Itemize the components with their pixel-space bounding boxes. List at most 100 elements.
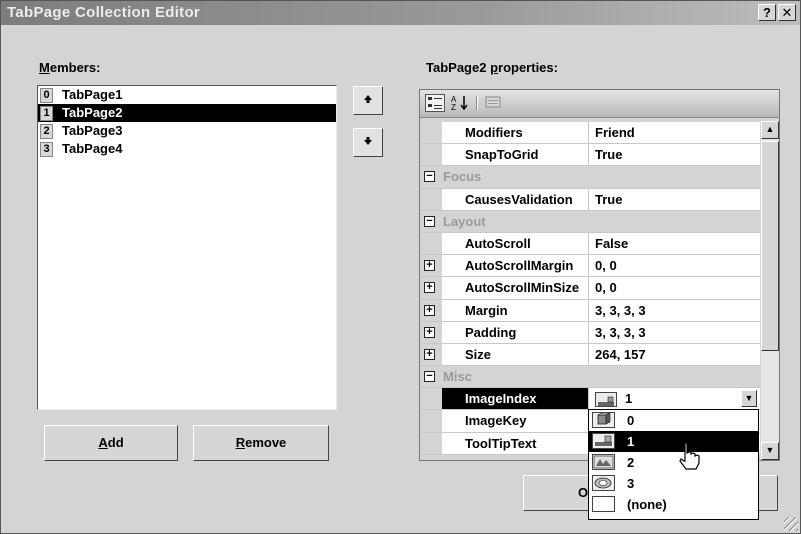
category-name: Layout (443, 213, 486, 229)
alphabetical-icon[interactable]: AZ (450, 94, 472, 112)
property-row[interactable]: Modifiers Friend (420, 122, 760, 145)
expand-icon[interactable]: + (424, 282, 435, 294)
resize-grip[interactable] (784, 517, 798, 531)
property-name: ImageKey (420, 410, 588, 432)
property-pages-icon[interactable] (484, 94, 504, 112)
title-bar[interactable]: TabPage Collection Editor ? ✕ (1, 1, 800, 25)
member-item[interactable]: 1 TabPage2 (38, 104, 336, 122)
tabpage-collection-editor-window: TabPage Collection Editor ? ✕ Members: 0… (0, 0, 801, 534)
properties-label-mnemonic: p (490, 60, 499, 75)
dropdown-option[interactable]: 2 (589, 452, 758, 473)
property-value[interactable]: 264, 157 (588, 343, 760, 366)
arrow-up-icon (364, 95, 372, 103)
property-category-row[interactable]: Layout − (420, 210, 760, 233)
expand-icon[interactable]: + (424, 260, 435, 272)
member-item[interactable]: 2 TabPage3 (38, 122, 336, 140)
property-category-row[interactable]: Misc − (420, 366, 760, 389)
property-name: Size (420, 343, 588, 366)
scroll-down-button[interactable]: ▼ (761, 442, 779, 460)
dropdown-option[interactable]: (none) (589, 494, 758, 515)
property-category-row[interactable]: Focus − (420, 166, 760, 189)
member-item[interactable]: 0 TabPage1 (38, 86, 336, 104)
toolbar-separator (476, 96, 478, 110)
dropdown-arrow-button[interactable]: ▼ (741, 390, 757, 408)
dropdown-option[interactable]: 3 (589, 473, 758, 494)
image-3-icon (592, 475, 615, 491)
property-value[interactable]: 0, 0 (588, 255, 760, 277)
property-value[interactable]: Friend (588, 122, 760, 144)
member-name: TabPage4 (62, 141, 123, 156)
close-button[interactable]: ✕ (778, 4, 796, 21)
add-button[interactable]: Add (44, 425, 178, 461)
property-row[interactable]: AutoScrollMargin 0, 0 + (420, 255, 760, 278)
member-item[interactable]: 3 TabPage4 (38, 140, 336, 158)
property-row[interactable]: ImageIndex 1 ▼ (420, 388, 760, 411)
categorized-icon[interactable] (425, 94, 445, 112)
empty-icon (592, 496, 615, 512)
members-list[interactable]: 0 TabPage1 1 TabPage2 2 TabPage3 3 TabPage4 (37, 85, 337, 410)
dropdown-option-label: 1 (627, 434, 635, 449)
property-name: Modifiers (420, 122, 588, 144)
scroll-up-button[interactable]: ▲ (761, 121, 779, 139)
dropdown-option-label: 0 (627, 413, 635, 428)
property-name: AutoScrollMargin (420, 255, 588, 277)
property-value[interactable]: 0, 0 (588, 277, 760, 299)
property-grid: AZ Modifiers Friend SnapToGrid True Focus − Ca… (419, 89, 780, 461)
member-index-badge: 2 (40, 124, 53, 139)
property-row[interactable]: Size 264, 157 + (420, 343, 760, 367)
property-value[interactable]: 3, 3, 3, 3 (588, 299, 760, 321)
scroll-thumb[interactable] (761, 141, 779, 351)
member-index-badge: 0 (40, 88, 53, 103)
collapse-icon[interactable]: − (424, 371, 435, 383)
property-value[interactable]: 1 ▼ (588, 388, 760, 410)
image-1-icon (592, 433, 615, 449)
category-name: Focus (443, 169, 482, 185)
property-rows: Modifiers Friend SnapToGrid True Focus − Cause… (420, 122, 760, 455)
members-label: Members: (39, 60, 100, 75)
arrow-down-icon (364, 137, 372, 145)
member-index-badge: 3 (40, 142, 53, 157)
property-value[interactable]: True (588, 144, 760, 166)
property-value[interactable]: False (588, 232, 760, 255)
property-name: ToolTipText (420, 432, 588, 454)
window-title: TabPage Collection Editor (7, 4, 201, 21)
expand-icon[interactable]: + (424, 326, 435, 338)
move-down-button[interactable] (353, 128, 383, 157)
category-name: Misc (443, 369, 472, 385)
property-grid-toolbar: AZ (420, 90, 779, 118)
help-button[interactable]: ? (758, 4, 776, 21)
dropdown-option[interactable]: 1 (589, 431, 758, 452)
property-row[interactable]: Margin 3, 3, 3, 3 + (420, 299, 760, 322)
property-grid-scrollbar[interactable]: ▲ ▼ (761, 121, 779, 460)
remove-mnemonic: R (235, 435, 246, 450)
members-label-mnemonic: M (39, 60, 50, 75)
member-name: TabPage1 (62, 87, 123, 102)
member-name: TabPage2 (62, 105, 123, 120)
property-value-text: 1 (625, 391, 633, 407)
property-row[interactable]: AutoScrollMinSize 0, 0 + (420, 277, 760, 300)
image-2-icon (592, 454, 615, 470)
hand-cursor-icon (679, 442, 700, 470)
property-name: AutoScroll (420, 232, 588, 255)
property-value[interactable]: True (588, 188, 760, 210)
property-row[interactable]: Padding 3, 3, 3, 3 + (420, 321, 760, 344)
collapse-icon[interactable]: − (424, 215, 435, 227)
property-row[interactable]: CausesValidation True (420, 188, 760, 211)
dropdown-option[interactable]: 0 (589, 410, 758, 431)
svg-text:Z: Z (451, 103, 456, 112)
image-1-icon (595, 392, 617, 408)
members-label-text: embers: (49, 60, 101, 75)
dropdown-option-label: (none) (627, 497, 667, 512)
property-row[interactable]: AutoScroll False (420, 232, 760, 256)
property-name: ImageIndex (420, 388, 588, 410)
move-up-button[interactable] (353, 86, 383, 115)
dropdown-option-label: 2 (627, 455, 635, 470)
collapse-icon[interactable]: − (424, 171, 435, 183)
property-row[interactable]: SnapToGrid True (420, 144, 760, 167)
image-index-dropdown[interactable]: 0 1 2 3 (none) (588, 409, 759, 520)
member-name: TabPage3 (62, 123, 123, 138)
expand-icon[interactable]: + (424, 348, 435, 360)
expand-icon[interactable]: + (424, 304, 435, 316)
property-value[interactable]: 3, 3, 3, 3 (588, 321, 760, 343)
remove-button[interactable]: Remove (193, 425, 329, 461)
